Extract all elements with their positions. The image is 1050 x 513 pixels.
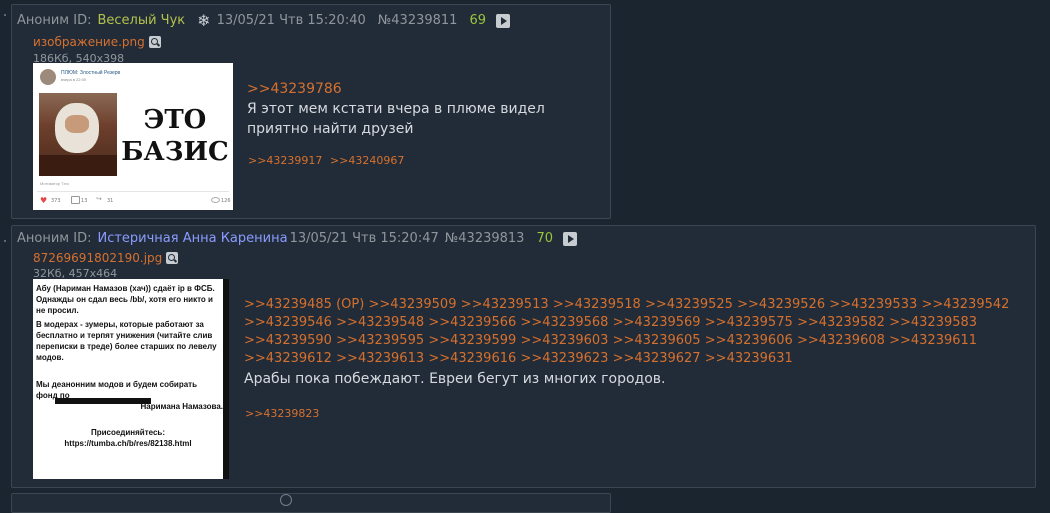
share-icon: ↪ — [96, 195, 102, 203]
quote-link[interactable]: >>43239566 — [428, 315, 516, 330]
likes-count: 373 — [51, 198, 61, 204]
quote-link[interactable]: >>43239525 — [645, 297, 733, 312]
play-icon[interactable] — [496, 13, 510, 28]
post-message: >>43239786 Я этот мем кстати вчера в плю… — [247, 79, 602, 139]
quote-links: >>43239485 (OP) >>43239509 >>43239513 >>… — [244, 296, 1024, 368]
thumb-para-5: https://tumba.ch/b/res/82138.html — [64, 439, 192, 448]
quote-link[interactable]: >>43239582 — [797, 315, 885, 330]
thumb-para-3-text: Мы деанонним модов и будем собирать фонд… — [36, 380, 197, 400]
post-43239811: Аноним ID: Веселый Чук ❄ 13/05/21 Чтв 15… — [11, 4, 611, 219]
quote-link[interactable]: >>43239485 (OP) — [244, 297, 364, 312]
eye-icon — [211, 197, 220, 203]
vk-footer-text: Мотиватор Тэгз — [40, 181, 69, 186]
poster-id[interactable]: Веселый Чук — [97, 13, 185, 28]
quote-link[interactable]: >>43239605 — [613, 333, 701, 348]
quote-link[interactable]: >>43239608 — [797, 333, 885, 348]
meme-text-line1: ЭТО — [143, 105, 207, 135]
post-text: Арабы пока побеждают. Евреи бегут из мно… — [244, 371, 666, 387]
comment-icon — [71, 196, 80, 204]
anon-label: Аноним ID: — [17, 13, 92, 28]
quote-link[interactable]: >>43239611 — [889, 333, 977, 348]
search-icon[interactable] — [166, 252, 179, 264]
quote-link[interactable]: >>43239612 — [244, 351, 332, 366]
snowflake-icon: ❄ — [197, 11, 211, 30]
quote-link[interactable]: >>43239623 — [520, 351, 608, 366]
thumb-para-2: В модерах - зумеры, которые работают за … — [36, 320, 217, 362]
snowflake-icon — [280, 494, 292, 506]
vk-divider — [37, 191, 229, 192]
thumb-para-3b: Наримана Намазова. — [140, 402, 223, 411]
quote-link[interactable]: >>43239627 — [613, 351, 701, 366]
quote-link[interactable]: >>43239613 — [336, 351, 424, 366]
post-next-partial — [11, 493, 611, 513]
post-number-link[interactable]: №43239811 — [378, 13, 458, 28]
file-link[interactable]: 87269691802190.jpg — [33, 251, 179, 265]
heart-icon: ♥ — [40, 196, 48, 205]
replies-count: 69 — [469, 13, 486, 28]
post-text: Я этот мем кстати вчера в плюме видел пр… — [247, 101, 545, 137]
shares-count: 31 — [107, 198, 114, 204]
post-reply-links: >>43239823 — [245, 407, 323, 420]
views-count: 126 — [221, 198, 231, 204]
reply-link[interactable]: >>43239823 — [245, 407, 319, 420]
poster-id[interactable]: Истеричная Анна Каренина — [97, 231, 287, 246]
quote-link[interactable]: >>43239546 — [244, 315, 332, 330]
file-link[interactable]: изображение.png — [33, 35, 161, 49]
quote-link[interactable]: >>43239616 — [428, 351, 516, 366]
quote-link[interactable]: >>43239603 — [520, 333, 608, 348]
marx-portrait — [39, 93, 117, 176]
quote-link[interactable]: >>43239526 — [737, 297, 825, 312]
meme-text-line2: БАЗИС — [121, 137, 229, 167]
quote-link[interactable]: >>43239518 — [553, 297, 641, 312]
post-datetime: 13/05/21 Чтв 15:20:47 — [289, 231, 439, 246]
quote-link[interactable]: >>43239533 — [829, 297, 917, 312]
comments-count: 13 — [81, 198, 88, 204]
quote-link[interactable]: >>43239548 — [336, 315, 424, 330]
vk-header-title: ПЛЮМ: Злостный Резерв — [61, 70, 121, 76]
quote-link[interactable]: >>43239631 — [705, 351, 793, 366]
quote-link[interactable]: >>43239513 — [461, 297, 549, 312]
post-image-thumbnail[interactable]: Абу (Нариман Намазов (хач)) сдаёт ip в Ф… — [33, 279, 229, 479]
reply-link[interactable]: >>43240967 — [330, 154, 404, 167]
thumb-para-1: Абу (Нариман Намазов (хач)) сдаёт ip в Ф… — [36, 284, 215, 315]
post-bullet — [4, 240, 6, 242]
quote-link[interactable]: >>43239599 — [428, 333, 516, 348]
quote-link[interactable]: >>43239509 — [369, 297, 457, 312]
post-message: >>43239485 (OP) >>43239509 >>43239513 >>… — [244, 296, 1024, 389]
quote-link[interactable]: >>43239575 — [705, 315, 793, 330]
quote-link[interactable]: >>43239569 — [613, 315, 701, 330]
post-43239813: Аноним ID: Истеричная Анна Каренина 13/0… — [11, 225, 1036, 488]
anon-label: Аноним ID: — [17, 231, 92, 246]
post-image-thumbnail[interactable]: ПЛЮМ: Злостный Резерв вчера в 22:00 ЭТО … — [33, 63, 233, 210]
vk-header-sub: вчера в 22:00 — [61, 77, 87, 82]
quote-link[interactable]: >>43239590 — [244, 333, 332, 348]
post-reply-links: >>43239917 >>43240967 — [248, 154, 408, 167]
quote-link[interactable]: >>43239583 — [889, 315, 977, 330]
quote-link[interactable]: >>43239568 — [520, 315, 608, 330]
quote-link[interactable]: >>43239606 — [705, 333, 793, 348]
post-details: Аноним ID: Веселый Чук ❄ 13/05/21 Чтв 15… — [17, 11, 516, 30]
file-name[interactable]: 87269691802190.jpg — [33, 251, 162, 265]
post-datetime: 13/05/21 Чтв 15:20:40 — [216, 13, 366, 28]
thumb-black-edge — [223, 279, 229, 479]
quote-link[interactable]: >>43239542 — [921, 297, 1009, 312]
search-icon[interactable] — [148, 36, 161, 48]
vk-avatar — [40, 69, 56, 85]
quote-link[interactable]: >>43239595 — [336, 333, 424, 348]
quote-link[interactable]: >>43239786 — [247, 79, 602, 99]
replies-count: 70 — [536, 231, 553, 246]
post-bullet — [4, 14, 6, 16]
post-number-link[interactable]: №43239813 — [445, 231, 525, 246]
thumb-para-4: Присоединяйтесь: — [90, 428, 166, 437]
file-name[interactable]: изображение.png — [33, 35, 145, 49]
play-icon[interactable] — [563, 231, 577, 246]
reply-link[interactable]: >>43239917 — [248, 154, 322, 167]
post-details: Аноним ID: Истеричная Анна Каренина 13/0… — [17, 231, 583, 246]
